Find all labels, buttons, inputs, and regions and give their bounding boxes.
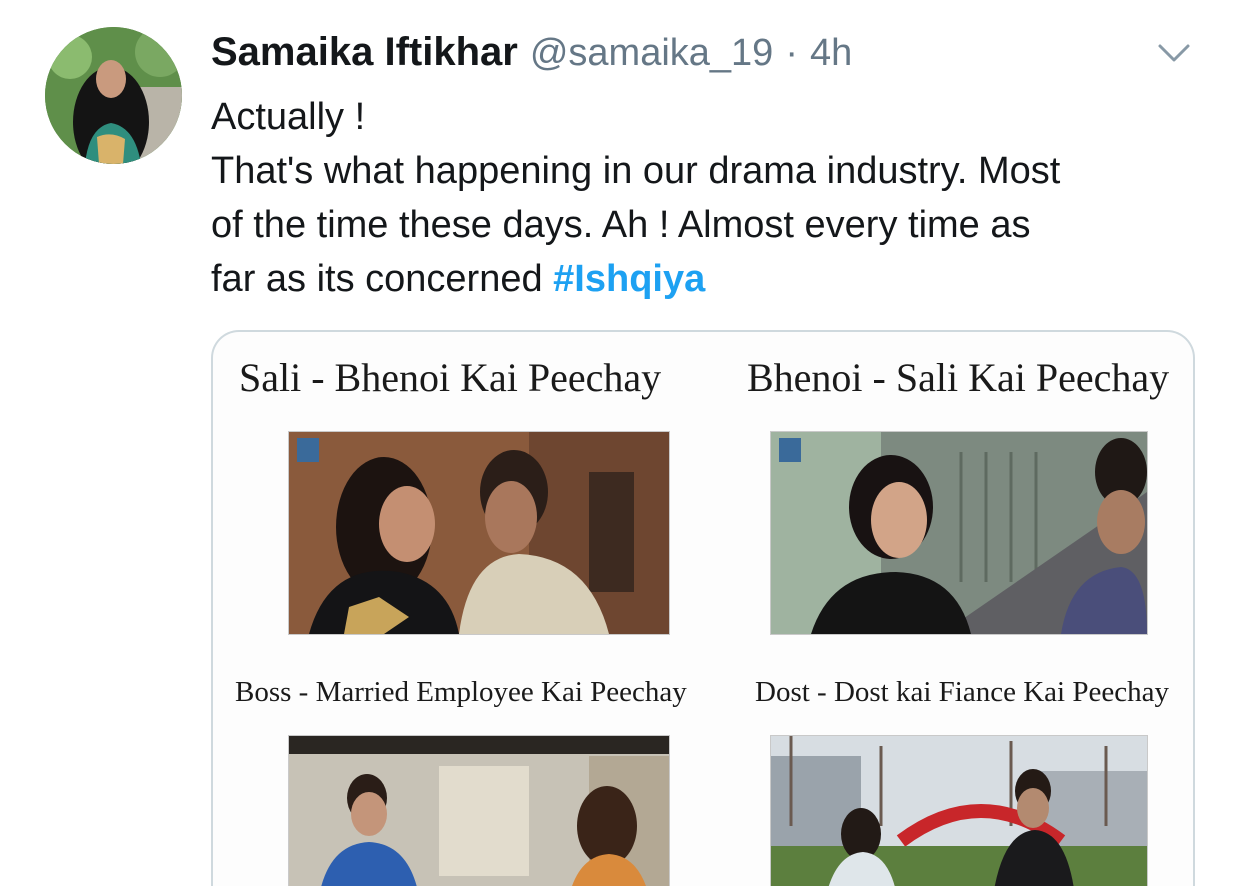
meme-caption-top-right: Bhenoi - Sali Kai Peechay: [747, 355, 1170, 400]
meme-caption-top-left: Sali - Bhenoi Kai Peechay: [239, 355, 662, 400]
tweet-text-line: far as its concerned #Ishqiya: [211, 252, 1211, 306]
meme-still-bottom-right: [771, 736, 1147, 886]
author-name[interactable]: Samaika Iftikhar: [211, 30, 518, 75]
meme-caption-bottom-left: Boss - Married Employee Kai Peechay: [235, 676, 687, 708]
author-handle[interactable]: @samaika_19: [530, 32, 773, 75]
tweet-media-image[interactable]: Sali - Bhenoi Kai Peechay Bhenoi - Sali …: [211, 330, 1195, 886]
meme-still-bottom-left: [289, 736, 669, 886]
tweet-header: Samaika Iftikhar @samaika_19 · 4h: [211, 30, 852, 75]
tweet-timestamp[interactable]: 4h: [810, 32, 852, 75]
meme-caption-bottom-right: Dost - Dost kai Fiance Kai Peechay: [755, 676, 1169, 708]
meme-still-top-right: [771, 432, 1147, 634]
hashtag-link[interactable]: #Ishqiya: [553, 258, 705, 300]
tweet-menu-button[interactable]: [1152, 36, 1196, 70]
author-avatar[interactable]: [45, 27, 182, 164]
tweet-text-line: That's what happening in our drama indus…: [211, 150, 1061, 192]
header-separator: ·: [785, 32, 798, 74]
meme-still-top-left: [289, 432, 669, 634]
chevron-down-icon: [1158, 44, 1190, 62]
avatar-photo: [45, 27, 182, 164]
tweet-text-fragment: far as its concerned: [211, 258, 554, 300]
tweet-text-line: Actually !: [211, 96, 366, 138]
tweet-text-line: of the time these days. Ah ! Almost ever…: [211, 204, 1031, 246]
tweet-text: Actually ! That's what happening in our …: [211, 90, 1211, 306]
